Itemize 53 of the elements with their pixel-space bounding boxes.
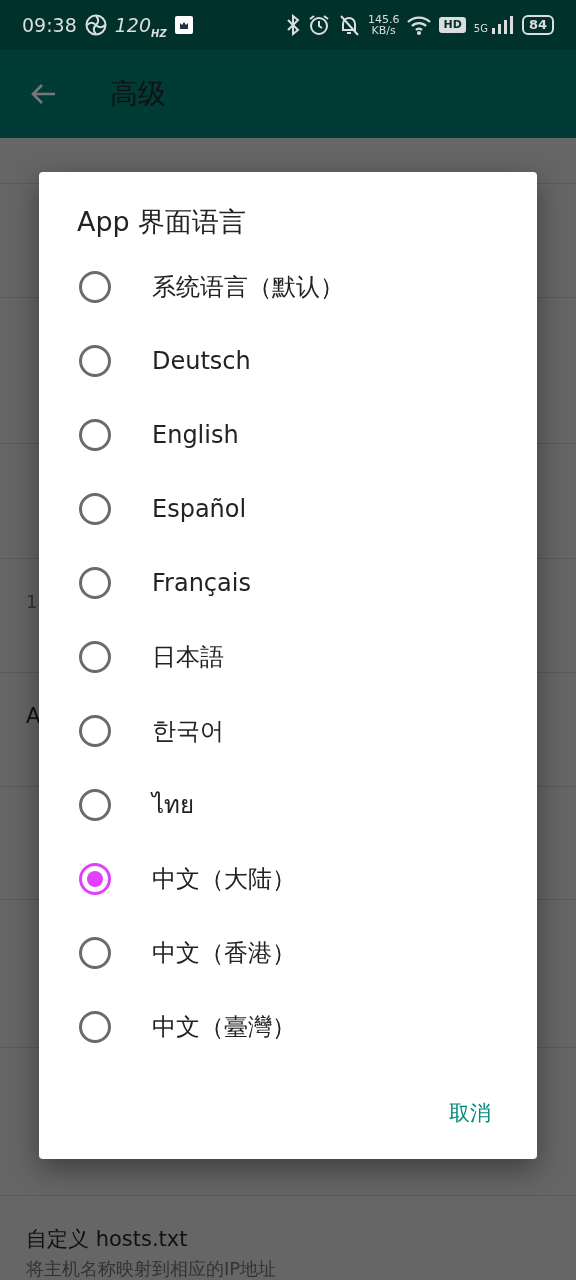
language-option[interactable]: 한국어 xyxy=(39,694,537,768)
option-label: 系统语言（默认） xyxy=(152,272,344,303)
language-option[interactable]: 中文（大陆） xyxy=(39,842,537,916)
option-label: 日本語 xyxy=(152,642,224,673)
radio-button[interactable] xyxy=(79,345,111,377)
language-option[interactable]: 中文（香港） xyxy=(39,916,537,990)
aperture-icon xyxy=(84,14,107,36)
radio-button[interactable] xyxy=(79,641,111,673)
hd-badge: HD xyxy=(439,16,466,34)
radio-button[interactable] xyxy=(79,937,111,969)
option-label: English xyxy=(152,420,239,451)
refresh-rate: 120 xyxy=(114,12,152,36)
setting-title: A xyxy=(26,703,42,730)
network-speed: 145.6 xyxy=(367,14,400,25)
option-label: 中文（大陆） xyxy=(152,864,296,895)
radio-button[interactable] xyxy=(79,419,111,451)
radio-button[interactable] xyxy=(79,863,111,895)
bluetooth-icon xyxy=(285,14,300,36)
signal-icon xyxy=(491,16,514,34)
language-option[interactable]: English xyxy=(39,398,537,472)
language-option[interactable]: 日本語 xyxy=(39,620,537,694)
radio-button[interactable] xyxy=(79,789,111,821)
option-label: Français xyxy=(152,568,251,599)
radio-button[interactable] xyxy=(79,567,111,599)
status-time: 09:38 xyxy=(22,12,77,38)
language-option[interactable]: Español xyxy=(39,472,537,546)
option-label: 中文（臺灣） xyxy=(152,1012,296,1043)
network-type: 5G xyxy=(473,24,488,34)
language-option[interactable]: 中文（臺灣） xyxy=(39,990,537,1064)
option-label: 한국어 xyxy=(152,716,224,747)
radio-button[interactable] xyxy=(79,271,111,303)
alarm-icon xyxy=(307,14,330,36)
language-option[interactable]: ไทย xyxy=(39,768,537,842)
language-option[interactable]: 系统语言（默认） xyxy=(39,250,537,324)
muted-bell-icon xyxy=(337,14,360,36)
option-label: 中文（香港） xyxy=(152,938,296,969)
radio-button[interactable] xyxy=(79,715,111,747)
back-arrow-icon[interactable] xyxy=(30,83,56,105)
radio-button[interactable] xyxy=(79,493,111,525)
language-option[interactable]: Deutsch xyxy=(39,324,537,398)
speed-unit: KB/s xyxy=(370,25,397,36)
option-label: Español xyxy=(152,494,247,525)
battery-indicator: 84 xyxy=(521,15,554,35)
radio-button[interactable] xyxy=(79,1011,111,1043)
language-option[interactable]: Français xyxy=(39,546,537,620)
option-label: Deutsch xyxy=(152,346,251,377)
wifi-icon xyxy=(407,15,432,35)
option-label: ไทย xyxy=(152,790,194,821)
cancel-button[interactable]: 取消 xyxy=(433,1089,507,1137)
setting-title: 自定义 hosts.txt xyxy=(26,1226,189,1253)
refresh-unit: HZ xyxy=(151,29,167,40)
app-notification-icon xyxy=(174,16,193,34)
dialog-title: App 界面语言 xyxy=(76,205,248,239)
